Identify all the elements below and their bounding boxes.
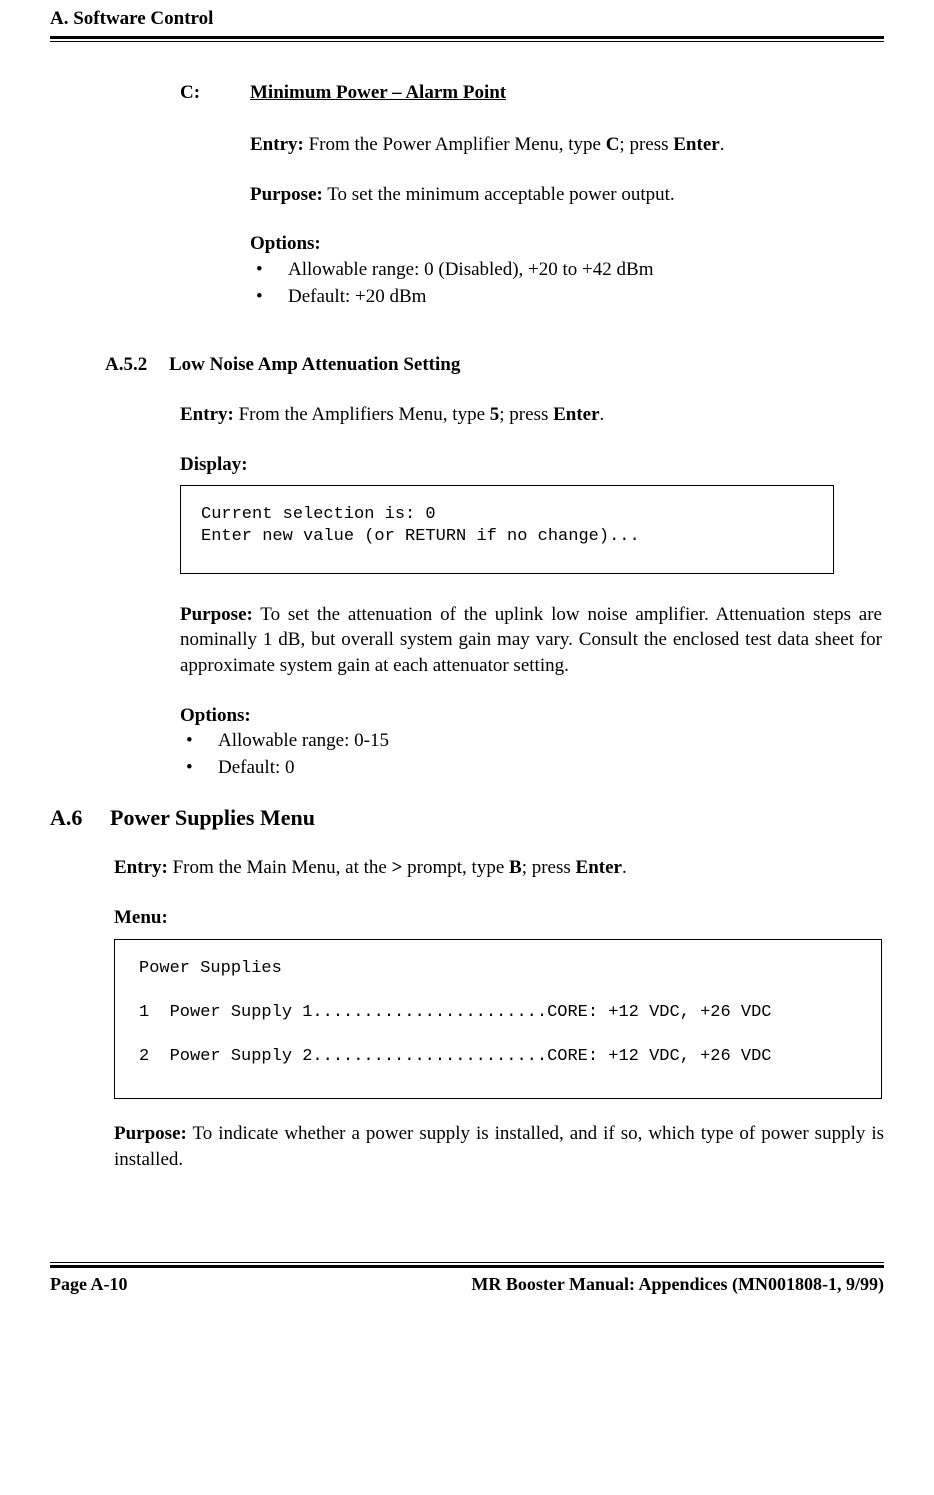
section-a6-entry: Entry: From the Main Menu, at the > prom… <box>114 855 884 881</box>
list-item: •Default: +20 dBm <box>250 284 884 311</box>
entry-text3: . <box>600 404 605 425</box>
display-line2: Enter new value (or RETURN if no change)… <box>201 526 813 548</box>
purpose-text: To set the minimum acceptable power outp… <box>323 184 675 205</box>
entry-label: Entry: <box>180 404 234 425</box>
section-a52-options-list: •Allowable range: 0-15 •Default: 0 <box>180 728 884 781</box>
section-c-purpose: Purpose: To set the minimum acceptable p… <box>250 182 884 208</box>
display-line1: Current selection is: 0 <box>201 504 813 526</box>
bullet-icon: • <box>180 728 218 755</box>
entry-text2: prompt, type <box>402 857 509 878</box>
list-item: •Allowable range: 0 (Disabled), +20 to +… <box>250 257 884 284</box>
purpose-label: Purpose: <box>114 1123 187 1144</box>
footer-right: MR Booster Manual: Appendices (MN001808-… <box>471 1274 884 1295</box>
section-a52-entry: Entry: From the Amplifiers Menu, type 5;… <box>180 402 884 428</box>
menu-box: Power Supplies 1 Power Supply 1.........… <box>114 939 882 1099</box>
entry-enter: Enter <box>673 134 719 155</box>
entry-label: Entry: <box>250 134 304 155</box>
section-a52-display-label: Display: <box>180 452 884 478</box>
section-c-options-list: •Allowable range: 0 (Disabled), +20 to +… <box>250 257 884 310</box>
page-footer: Page A-10 MR Booster Manual: Appendices … <box>50 1274 884 1305</box>
bullet-icon: • <box>250 257 288 284</box>
entry-text1: From the Amplifiers Menu, type <box>234 404 490 425</box>
list-item-text: Allowable range: 0 (Disabled), +20 to +4… <box>288 257 653 284</box>
purpose-label: Purpose: <box>180 604 253 625</box>
list-item: •Default: 0 <box>180 755 884 782</box>
display-box: Current selection is: 0 Enter new value … <box>180 485 834 573</box>
section-a52-heading: A.5.2Low Noise Amp Attenuation Setting <box>105 354 884 376</box>
section-a6-num: A.6 <box>50 805 110 831</box>
page-header-title: A. Software Control <box>50 0 884 36</box>
entry-key: B <box>509 857 522 878</box>
footer-divider <box>50 1262 884 1268</box>
menu-line3: 2 Power Supply 2.......................C… <box>139 1047 772 1066</box>
section-a52-purpose: Purpose: To set the attenuation of the u… <box>180 602 884 679</box>
section-c-title: Minimum Power – Alarm Point <box>250 82 506 103</box>
list-item: •Allowable range: 0-15 <box>180 728 884 755</box>
list-item-text: Allowable range: 0-15 <box>218 728 389 755</box>
menu-line1: Power Supplies <box>139 959 282 978</box>
section-a6-menu-label: Menu: <box>114 905 884 931</box>
entry-enter: Enter <box>553 404 599 425</box>
purpose-text: To set the attenuation of the uplink low… <box>180 604 882 676</box>
entry-text4: . <box>622 857 627 878</box>
entry-text3: . <box>720 134 725 155</box>
entry-text2: ; press <box>619 134 673 155</box>
entry-enter: Enter <box>576 857 622 878</box>
entry-label: Entry: <box>114 857 168 878</box>
section-c-prefix: C: <box>180 82 250 104</box>
section-a6-title: Power Supplies Menu <box>110 805 315 830</box>
entry-key: C <box>606 134 620 155</box>
purpose-text: To indicate whether a power supply is in… <box>114 1123 884 1170</box>
section-c-entry: Entry: From the Power Amplifier Menu, ty… <box>250 132 884 158</box>
section-a52-title: Low Noise Amp Attenuation Setting <box>169 354 460 375</box>
header-divider <box>50 36 884 42</box>
footer-left: Page A-10 <box>50 1274 127 1295</box>
menu-label: Menu: <box>114 907 168 928</box>
bullet-icon: • <box>180 755 218 782</box>
section-a52-options-label: Options: <box>180 703 884 729</box>
section-a52-num: A.5.2 <box>105 354 169 376</box>
entry-key: 5 <box>490 404 500 425</box>
section-c-heading: C:Minimum Power – Alarm Point <box>180 82 884 104</box>
options-label: Options: <box>250 233 321 254</box>
entry-text3: ; press <box>522 857 576 878</box>
display-label: Display: <box>180 454 248 475</box>
entry-prompt: > <box>392 857 403 878</box>
list-item-text: Default: 0 <box>218 755 295 782</box>
entry-text1: From the Power Amplifier Menu, type <box>304 134 606 155</box>
bullet-icon: • <box>250 284 288 311</box>
section-c-options-label: Options: <box>250 231 884 257</box>
list-item-text: Default: +20 dBm <box>288 284 426 311</box>
purpose-label: Purpose: <box>250 184 323 205</box>
entry-text1: From the Main Menu, at the <box>168 857 392 878</box>
menu-line2: 1 Power Supply 1.......................C… <box>139 1003 772 1022</box>
options-label: Options: <box>180 705 251 726</box>
section-a6-heading: A.6Power Supplies Menu <box>50 805 884 831</box>
entry-text2: ; press <box>499 404 553 425</box>
section-a6-purpose: Purpose: To indicate whether a power sup… <box>114 1121 884 1172</box>
